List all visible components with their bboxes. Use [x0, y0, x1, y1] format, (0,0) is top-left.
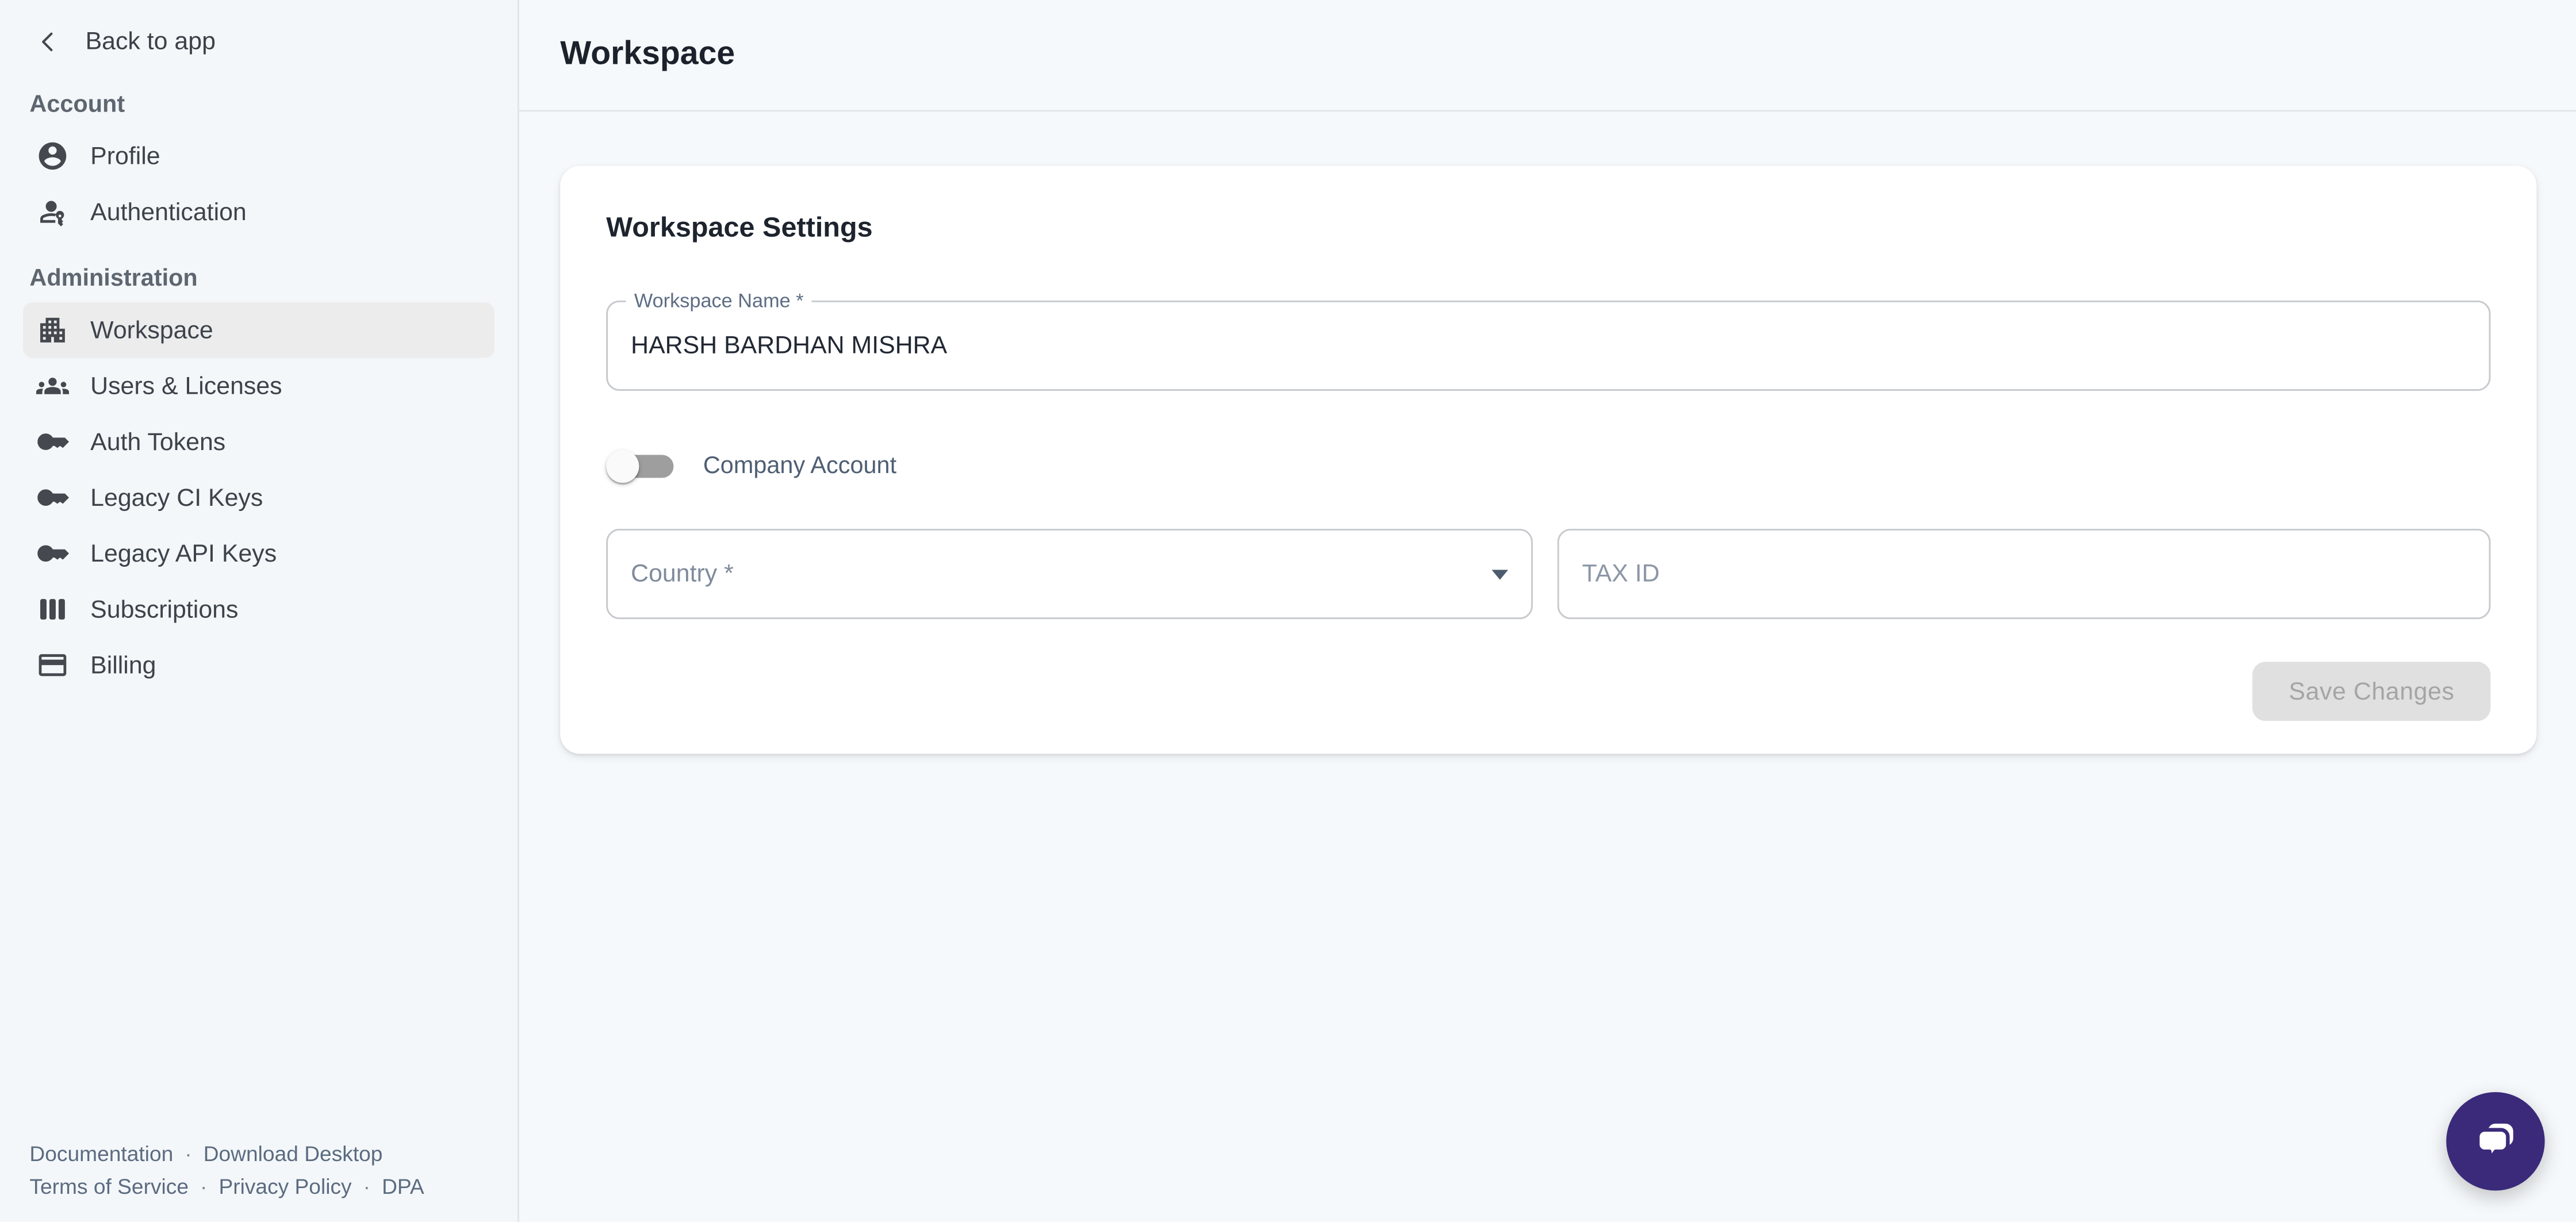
- workspace-name-input[interactable]: [608, 302, 2489, 389]
- passkey-icon: [36, 195, 69, 228]
- sidebar-item-legacy-api-keys[interactable]: Legacy API Keys: [23, 525, 494, 581]
- settings-sidebar: Back to app Account Profile Authenticati…: [0, 0, 519, 1222]
- documentation-link[interactable]: Documentation: [29, 1142, 173, 1166]
- sidebar-item-workspace[interactable]: Workspace: [23, 302, 494, 358]
- chat-bubbles-icon: [2471, 1117, 2520, 1166]
- company-account-row: Company Account: [606, 433, 2490, 499]
- back-to-app-label: Back to app: [86, 28, 216, 56]
- terms-of-service-link[interactable]: Terms of Service: [29, 1173, 189, 1198]
- footer-separator: ·: [185, 1142, 191, 1166]
- page-title: Workspace: [560, 36, 735, 74]
- caret-down-icon: [1492, 569, 1508, 579]
- country-placeholder: Country *: [631, 560, 734, 588]
- sidebar-item-label: Authentication: [90, 198, 247, 226]
- country-tax-row: Country *: [606, 529, 2490, 619]
- page-content: Workspace Settings Workspace Name * Comp…: [519, 112, 2576, 1221]
- sidebar-item-label: Billing: [90, 651, 156, 679]
- credit-card-icon: [36, 649, 69, 682]
- app-window: Back to app Account Profile Authenticati…: [0, 0, 2576, 1222]
- account-circle-icon: [36, 140, 69, 172]
- card-title: Workspace Settings: [606, 212, 2490, 245]
- columns-icon: [36, 593, 69, 625]
- dpa-link[interactable]: DPA: [382, 1173, 424, 1198]
- building-icon: [36, 314, 69, 347]
- sidebar-item-label: Legacy CI Keys: [90, 483, 263, 512]
- sidebar-item-auth-tokens[interactable]: Auth Tokens: [23, 414, 494, 470]
- key-icon: [36, 537, 69, 570]
- save-changes-button[interactable]: Save Changes: [2253, 662, 2491, 721]
- section-header-account: Account: [29, 92, 518, 118]
- section-header-administration: Administration: [29, 266, 518, 293]
- sidebar-item-label: Profile: [90, 142, 160, 170]
- back-to-app-button[interactable]: Back to app: [0, 0, 518, 56]
- privacy-policy-link[interactable]: Privacy Policy: [218, 1173, 351, 1198]
- sidebar-item-legacy-ci-keys[interactable]: Legacy CI Keys: [23, 470, 494, 525]
- sidebar-item-label: Workspace: [90, 316, 213, 344]
- sidebar-item-subscriptions[interactable]: Subscriptions: [23, 581, 494, 637]
- main-panel: Workspace Workspace Settings Workspace N…: [519, 0, 2576, 1222]
- tax-id-field: [1558, 529, 2491, 619]
- chat-launcher-button[interactable]: [2446, 1092, 2544, 1190]
- groups-icon: [36, 370, 69, 402]
- sidebar-item-users-licenses[interactable]: Users & Licenses: [23, 358, 494, 414]
- page-header: Workspace: [519, 0, 2576, 112]
- card-actions: Save Changes: [606, 662, 2490, 721]
- workspace-name-label: Workspace Name *: [626, 289, 812, 312]
- footer-separator: ·: [363, 1173, 370, 1198]
- sidebar-item-profile[interactable]: Profile: [23, 128, 494, 184]
- country-select[interactable]: Country *: [606, 529, 1532, 619]
- sidebar-item-label: Legacy API Keys: [90, 540, 277, 568]
- sidebar-item-label: Subscriptions: [90, 595, 238, 624]
- footer-separator: ·: [200, 1173, 207, 1198]
- company-account-label: Company Account: [703, 454, 896, 480]
- toggle-thumb: [606, 450, 639, 483]
- footer-row-2: Terms of Service · Privacy Policy · DPA: [29, 1170, 504, 1202]
- key-icon: [36, 425, 69, 458]
- sidebar-item-label: Users & Licenses: [90, 372, 282, 400]
- chevron-left-icon: [34, 28, 63, 56]
- sidebar-item-billing[interactable]: Billing: [23, 637, 494, 693]
- sidebar-item-label: Auth Tokens: [90, 428, 225, 456]
- company-account-toggle[interactable]: [606, 447, 673, 486]
- key-icon: [36, 481, 69, 514]
- workspace-name-field: Workspace Name *: [606, 301, 2490, 391]
- sidebar-footer: Documentation · Download Desktop Terms of …: [29, 1138, 504, 1202]
- sidebar-item-authentication[interactable]: Authentication: [23, 184, 494, 240]
- footer-row-1: Documentation · Download Desktop: [29, 1138, 504, 1170]
- tax-id-input[interactable]: [1559, 531, 2489, 617]
- workspace-settings-card: Workspace Settings Workspace Name * Comp…: [560, 166, 2536, 754]
- download-desktop-link[interactable]: Download Desktop: [204, 1142, 383, 1166]
